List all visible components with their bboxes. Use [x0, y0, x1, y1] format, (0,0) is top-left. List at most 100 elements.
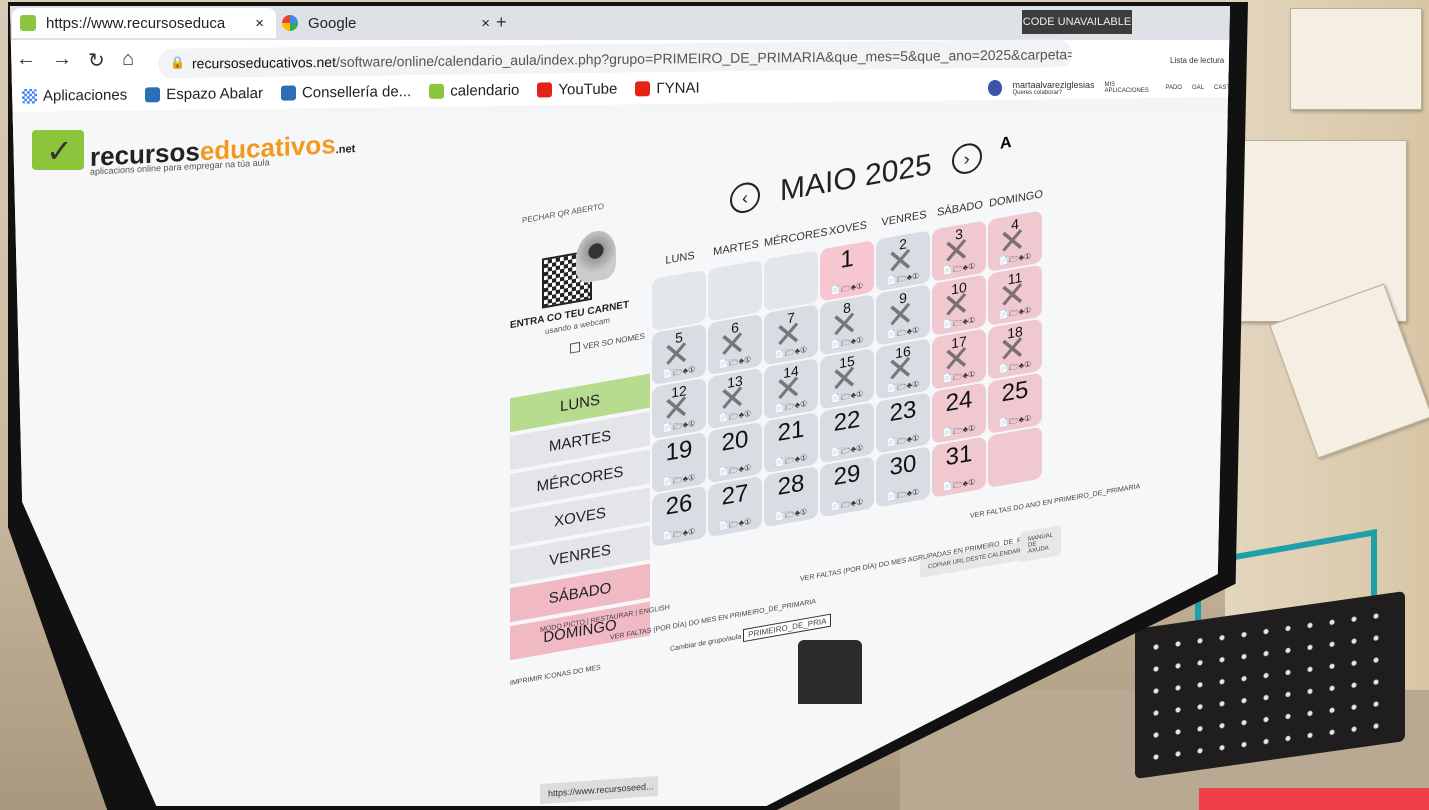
- manual-button[interactable]: MANUAL DE AXUDA: [1020, 525, 1061, 563]
- calendar-day-cell[interactable]: 15 ✕ 📄🗁♣①: [820, 348, 874, 410]
- cell-action-icons[interactable]: 📄🗁♣①: [887, 486, 919, 506]
- calendar-day-cell[interactable]: 18 ✕ 📄🗁♣①: [988, 318, 1042, 380]
- apps-grid-icon: [22, 88, 37, 104]
- calendar-day-cell[interactable]: 21 📄🗁♣①: [764, 411, 818, 474]
- crossed-out-icon: ✕: [830, 357, 859, 401]
- tab-recursos[interactable]: https://www.recursoseduca ×: [12, 8, 276, 38]
- faltas-curso-link[interactable]: VER FALTAS DO ANO EN PRIMEIRO_DE_PRIMARI…: [970, 483, 1140, 520]
- wall-poster: [1290, 8, 1422, 110]
- calendar-day-cell[interactable]: 22 📄🗁♣①: [820, 402, 874, 464]
- youtube-icon: [635, 80, 651, 96]
- reading-list-button[interactable]: Lista de lectura: [1170, 56, 1224, 65]
- calendar-day-cell[interactable]: 27 📄🗁♣①: [708, 475, 762, 538]
- bookmark-gynai[interactable]: ΓΥΝΑΙ: [635, 79, 700, 97]
- logo-net: .net: [335, 142, 356, 156]
- calendar-day-cell[interactable]: 12 ✕ 📄🗁♣①: [652, 377, 706, 440]
- bookmark-apps[interactable]: Aplicaciones: [22, 86, 127, 104]
- bookmark-abalar[interactable]: Espazo Abalar: [145, 84, 263, 103]
- ver-nomes-checkbox[interactable]: VER SO NOMES: [570, 330, 645, 354]
- calendar-day-cell[interactable]: 23 📄🗁♣①: [876, 392, 930, 454]
- cell-action-icons[interactable]: 📄🗁♣①: [775, 506, 807, 526]
- tab-label: Google: [308, 14, 357, 32]
- month-title: MAIO 2025: [780, 147, 932, 208]
- bookmark-label: YouTube: [558, 80, 618, 98]
- bookmark-calendario[interactable]: calendario: [429, 81, 519, 99]
- calendar-day-cell[interactable]: 11 ✕ 📄🗁♣①: [988, 264, 1042, 326]
- weekday-header: MÉRCORES: [764, 226, 828, 250]
- user-avatar[interactable]: [988, 80, 1003, 96]
- cell-action-icons[interactable]: 📄🗁♣①: [663, 526, 695, 546]
- cell-action-icons[interactable]: 📄🗁♣①: [943, 476, 975, 496]
- imprimir-link[interactable]: IMPRIMIR ICONAS DO MES: [510, 664, 601, 687]
- crossed-out-icon: ✕: [998, 274, 1027, 318]
- qr-close-link[interactable]: PECHAR QR ABERTO: [522, 202, 604, 225]
- menu-gal[interactable]: GAL: [1192, 85, 1204, 91]
- bookmark-conselleria[interactable]: Consellería de...: [280, 83, 411, 102]
- calendar-day-cell[interactable]: 31 📄🗁♣①: [932, 436, 986, 498]
- cell-action-icons[interactable]: 📄🗁♣①: [719, 516, 751, 536]
- url-path: /software/online/calendario_aula/index.p…: [335, 43, 1072, 70]
- conselleria-icon: [280, 85, 296, 101]
- calendar-day-cell[interactable]: 4 ✕ 📄🗁♣①: [988, 210, 1042, 272]
- calendar-day-cell[interactable]: 10 ✕ 📄🗁♣①: [932, 274, 986, 336]
- reload-icon[interactable]: ↻: [88, 48, 105, 73]
- home-icon[interactable]: ⌂: [122, 48, 134, 71]
- menu-cast[interactable]: CAST: [1214, 85, 1230, 91]
- weekday-header: LUNS: [665, 249, 695, 267]
- tab-label: https://www.recursoseduca: [46, 14, 226, 32]
- calendar-stage: PECHAR QR ABERTO ENTRA CO TEU CARNET usa…: [500, 85, 1140, 784]
- weekday-header: DOMINGO: [989, 188, 1043, 210]
- forward-icon[interactable]: →: [52, 48, 72, 71]
- weekday-header: VENRES: [881, 208, 927, 229]
- font-size-icon[interactable]: A: [1000, 134, 1012, 154]
- crossed-out-icon: ✕: [830, 303, 859, 347]
- close-icon[interactable]: ×: [255, 15, 264, 32]
- cambiar-label: Cambiar de grupo/aula: [670, 633, 742, 654]
- close-icon[interactable]: ×: [481, 15, 490, 32]
- back-icon[interactable]: ←: [16, 48, 36, 71]
- calendar-empty-cell: [988, 426, 1042, 488]
- calendar-day-cell[interactable]: 13 ✕ 📄🗁♣①: [708, 367, 762, 430]
- day-number: 1: [840, 244, 854, 274]
- calendar-day-cell[interactable]: 28 📄🗁♣①: [764, 465, 818, 528]
- menu-pado[interactable]: PADO: [1165, 85, 1182, 91]
- calendar-day-cell[interactable]: 25 📄🗁♣①: [988, 372, 1042, 434]
- qr-camera-widget[interactable]: [542, 226, 622, 310]
- calendar-day-cell[interactable]: 2 ✕ 📄🗁♣①: [876, 230, 930, 292]
- bookmark-youtube[interactable]: YouTube: [537, 80, 617, 98]
- crossed-out-icon: ✕: [662, 387, 691, 431]
- youtube-icon: [537, 81, 553, 98]
- bookmark-label: Espazo Abalar: [166, 84, 263, 103]
- group-select[interactable]: PRIMEIRO_DE_PRIA: [743, 613, 832, 643]
- crossed-out-icon: ✕: [886, 239, 915, 283]
- calendar-day-cell[interactable]: 26 📄🗁♣①: [652, 485, 706, 548]
- calendar-day-cell[interactable]: 24 📄🗁♣①: [932, 382, 986, 444]
- calendar-day-cell[interactable]: 19 📄🗁♣①: [652, 431, 706, 494]
- calendar-day-cell[interactable]: 16 ✕ 📄🗁♣①: [876, 338, 930, 400]
- calendar-day-cell[interactable]: 6 ✕ 📄🗁♣①: [708, 313, 762, 376]
- ver-nomes-label: VER SO NOMES: [583, 330, 645, 351]
- calendar-day-cell[interactable]: 9 ✕ 📄🗁♣①: [876, 284, 930, 346]
- menu-aplicaciones[interactable]: MIS APLICACIONES: [1105, 82, 1156, 94]
- corner-label: [1199, 788, 1429, 810]
- cell-action-icons[interactable]: 📄🗁♣①: [831, 496, 863, 516]
- calendar-day-cell[interactable]: 17 ✕ 📄🗁♣①: [932, 328, 986, 390]
- calendar-day-cell[interactable]: 29 📄🗁♣①: [820, 456, 874, 518]
- calendar-day-cell[interactable]: 30 📄🗁♣①: [876, 446, 930, 508]
- calendar-day-cell[interactable]: 1 📄🗁♣①: [820, 240, 874, 302]
- crossed-out-icon: ✕: [942, 338, 971, 382]
- day-number: 29: [833, 459, 861, 492]
- calendar-day-cell[interactable]: 8 ✕ 📄🗁♣①: [820, 294, 874, 356]
- new-tab-button[interactable]: +: [496, 12, 507, 33]
- next-month-button[interactable]: ›: [951, 141, 982, 177]
- prev-month-button[interactable]: ‹: [730, 180, 760, 216]
- lock-icon: 🔒: [170, 55, 185, 70]
- calendar-day-cell[interactable]: 3 ✕ 📄🗁♣①: [932, 220, 986, 282]
- calendar-day-cell[interactable]: 7 ✕ 📄🗁♣①: [764, 303, 818, 366]
- crossed-out-icon: ✕: [886, 347, 915, 391]
- crossed-out-icon: ✕: [774, 313, 803, 357]
- calendar-day-cell[interactable]: 14 ✕ 📄🗁♣①: [764, 357, 818, 420]
- calendar-day-cell[interactable]: 20 📄🗁♣①: [708, 421, 762, 484]
- tab-google[interactable]: Google ×: [274, 8, 502, 38]
- calendar-day-cell[interactable]: 5 ✕ 📄🗁♣①: [652, 323, 706, 386]
